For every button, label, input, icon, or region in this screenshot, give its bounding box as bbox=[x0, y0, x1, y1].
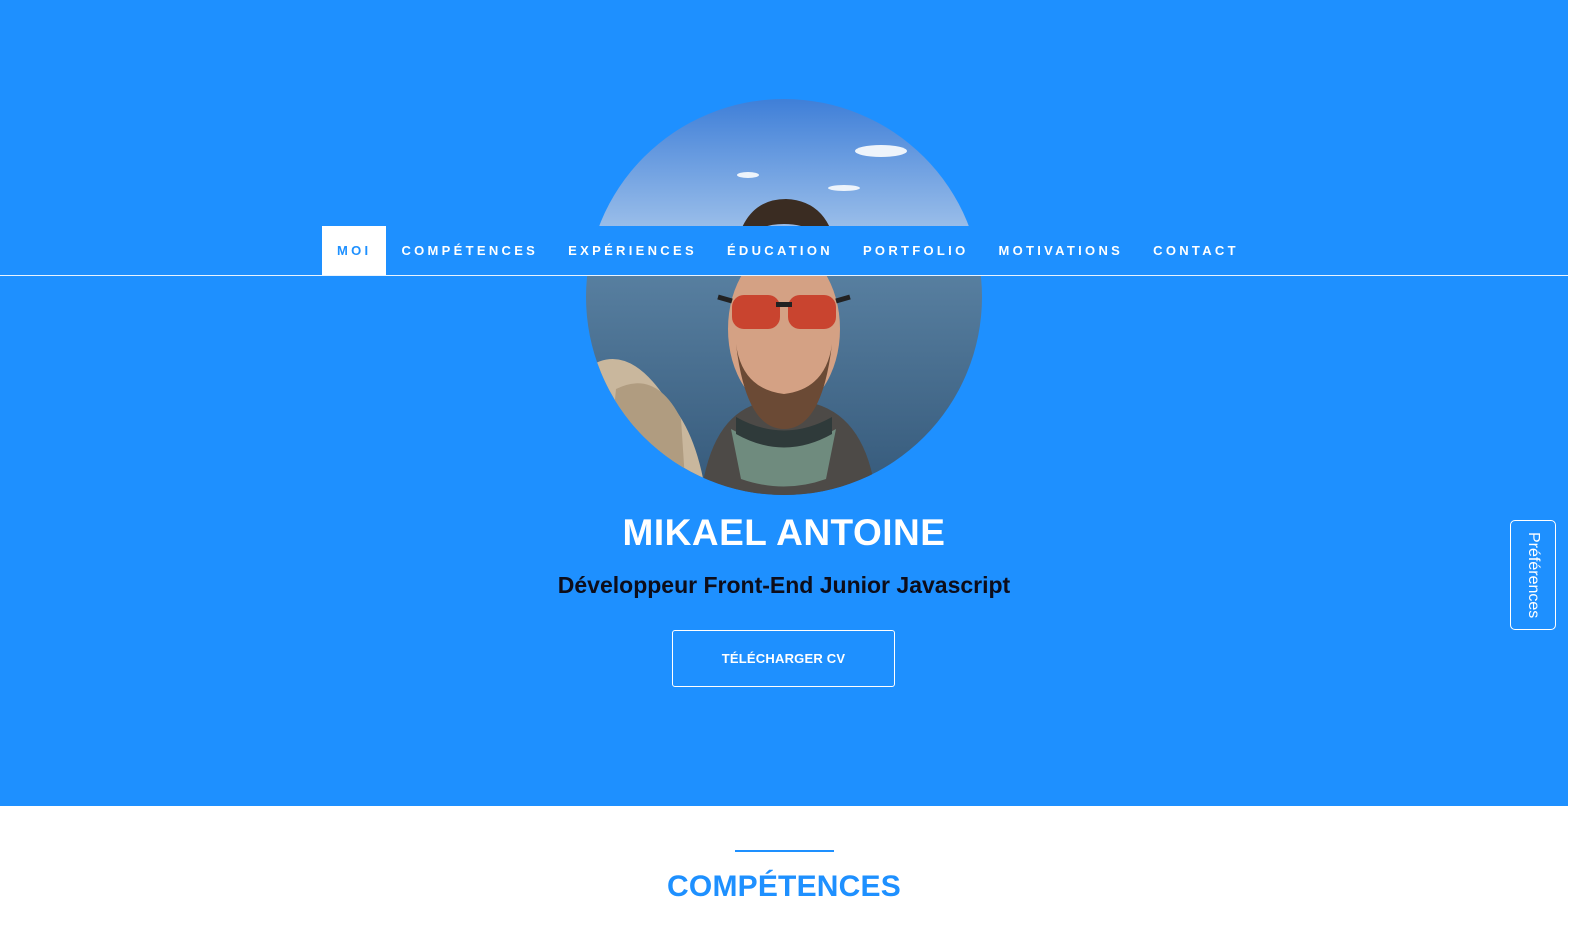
nav-item-moi[interactable]: MOI bbox=[322, 226, 387, 275]
preferences-tab[interactable]: Préférences bbox=[1510, 520, 1556, 630]
nav-item-competences[interactable]: COMPÉTENCES bbox=[386, 226, 553, 275]
profile-name: MIKAEL ANTOINE bbox=[622, 512, 946, 553]
nav-item-education[interactable]: ÉDUCATION bbox=[712, 226, 848, 275]
main-navbar: MOI COMPÉTENCES EXPÉRIENCES ÉDUCATION PO… bbox=[0, 226, 1568, 276]
nav-item-portfolio[interactable]: PORTFOLIO bbox=[848, 226, 984, 275]
section-title-competences: COMPÉTENCES bbox=[667, 870, 901, 903]
nav-item-motivations[interactable]: MOTIVATIONS bbox=[983, 226, 1138, 275]
profile-photo-icon bbox=[586, 99, 982, 495]
profile-avatar bbox=[586, 99, 982, 495]
download-cv-button[interactable]: TÉLÉCHARGER CV bbox=[672, 630, 895, 687]
preferences-label: Préférences bbox=[1525, 531, 1542, 619]
nav-item-experiences[interactable]: EXPÉRIENCES bbox=[553, 226, 712, 275]
section-divider bbox=[735, 850, 834, 852]
profile-title: Développeur Front-End Junior Javascript bbox=[557, 572, 1011, 598]
nav-item-contact[interactable]: CONTACT bbox=[1138, 226, 1254, 275]
page-gutter bbox=[1568, 0, 1583, 936]
nav-list: MOI COMPÉTENCES EXPÉRIENCES ÉDUCATION PO… bbox=[322, 226, 1254, 275]
